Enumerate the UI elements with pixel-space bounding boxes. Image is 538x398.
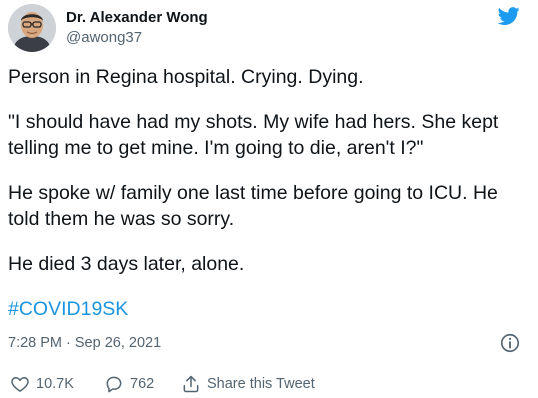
tweet-paragraph: "I should have had my shots. My wife had… (8, 111, 499, 159)
tweet-paragraph: Person in Regina hospital. Crying. Dying… (8, 66, 364, 88)
reply-count: 762 (130, 376, 155, 392)
tweet-body: Person in Regina hospital. Crying. Dying… (8, 64, 520, 341)
tweet-timestamp[interactable]: 7:28 PM · Sep 26, 2021 (8, 335, 161, 351)
author-handle[interactable]: @awong37 (66, 29, 142, 46)
tweet-paragraph: He spoke w/ family one last time before … (8, 182, 498, 230)
heart-icon (11, 377, 29, 392)
reply-button[interactable]: 762 (104, 374, 154, 394)
twitter-bird-icon[interactable] (496, 5, 522, 27)
hashtag-link[interactable]: #COVID19SK (8, 298, 128, 320)
avatar-photo (8, 4, 56, 52)
tweet-card: Dr. Alexander Wong @awong37 Person in Re… (0, 0, 538, 398)
info-icon[interactable] (499, 332, 521, 354)
reply-bubble-icon (106, 376, 122, 393)
author-name[interactable]: Dr. Alexander Wong (66, 9, 208, 26)
share-button[interactable]: Share this Tweet (181, 374, 315, 394)
like-button[interactable]: 10.7K (10, 374, 74, 394)
tweet-actions: 10.7K 762 Share this Tweet (0, 372, 538, 398)
like-count: 10.7K (36, 376, 74, 392)
avatar[interactable] (8, 4, 56, 52)
tweet-paragraph: He died 3 days later, alone. (8, 253, 245, 275)
share-upload-icon (183, 375, 199, 393)
share-label: Share this Tweet (207, 376, 315, 392)
